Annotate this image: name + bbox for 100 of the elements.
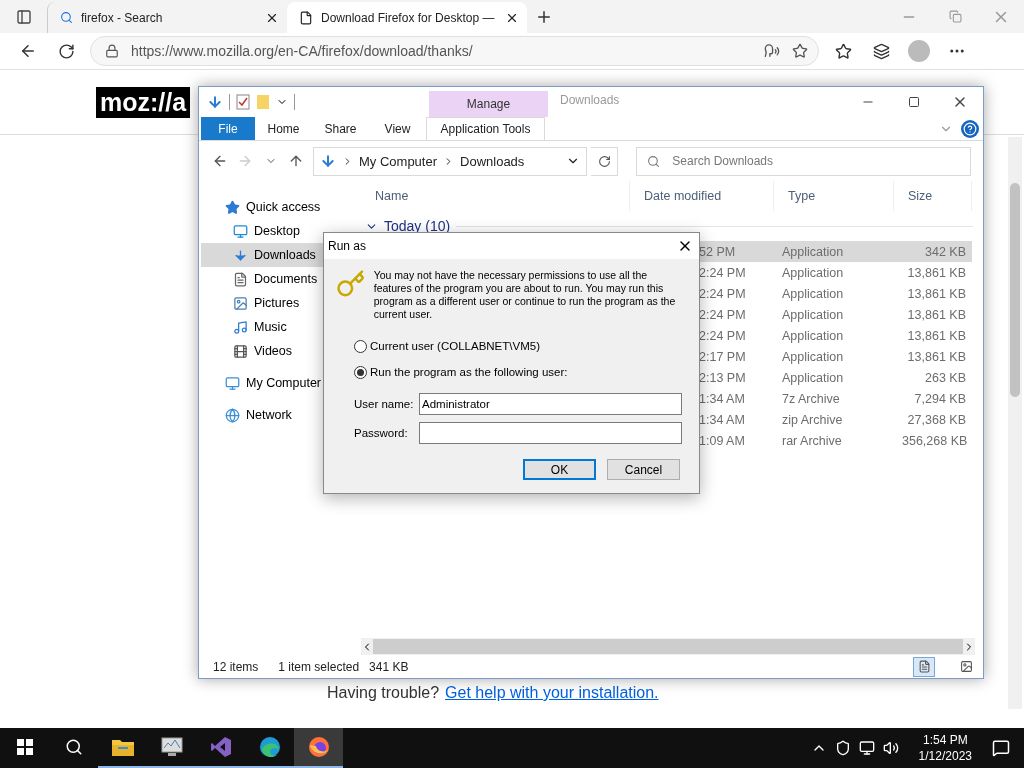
radio-option[interactable]: Current user (COLLABNET\VM5) <box>354 333 683 359</box>
picture-icon <box>233 295 248 311</box>
refresh-button[interactable] <box>590 146 619 176</box>
ribbon-tab[interactable]: File <box>201 117 255 140</box>
refresh-icon[interactable] <box>57 42 75 60</box>
date-cell: 2:24 PM <box>699 328 746 343</box>
tab-actions-icon[interactable] <box>15 8 32 25</box>
type-cell: Application <box>782 244 844 259</box>
site-logo[interactable]: moz://a <box>96 87 191 118</box>
down-arrow-icon <box>233 247 248 263</box>
speaker-icon[interactable] <box>882 740 899 756</box>
collections-icon[interactable] <box>872 42 890 60</box>
type-cell: 7z Archive <box>782 391 840 406</box>
windows-logo-icon[interactable] <box>16 739 33 755</box>
scrollbar[interactable] <box>1008 137 1022 709</box>
date-cell: 52 PM <box>699 244 736 259</box>
wave-logo-icon <box>258 736 281 758</box>
folder-icon <box>110 737 135 757</box>
date-cell: 1:34 AM <box>699 391 745 406</box>
size-cell: 342 KB <box>925 244 966 259</box>
restore-icon[interactable] <box>948 10 962 23</box>
input-field[interactable]: Administrator <box>419 392 682 415</box>
date-cell: 1:09 AM <box>699 433 745 448</box>
monitor-icon <box>233 223 248 239</box>
size-cell: 13,861 KB <box>907 328 966 343</box>
nav-item[interactable]: Network <box>201 403 347 427</box>
size-cell: 13,861 KB <box>907 286 966 301</box>
size-cell: 263 KB <box>925 370 966 385</box>
address-bar[interactable]: My Computer Downloads <box>313 146 587 176</box>
document-icon <box>233 271 248 287</box>
type-cell: Application <box>782 307 844 322</box>
selection-status: 1 item selected <box>278 659 360 674</box>
picture-icon <box>959 660 973 673</box>
fox-logo-icon <box>307 736 330 758</box>
date-cell: 2:17 PM <box>699 349 746 364</box>
address-bar[interactable]: https://www.mozilla.org/en-CA/firefox/download/thanks/ <box>90 36 819 66</box>
horizontal-scrollbar[interactable] <box>361 638 975 655</box>
clock[interactable]: 1:54 PM 1/12/2023 <box>906 732 984 764</box>
star-icon <box>225 199 240 215</box>
music-icon <box>233 319 248 335</box>
network-icon <box>225 407 240 423</box>
dialog-button[interactable]: OK <box>523 459 596 480</box>
date-cell: 2:24 PM <box>699 307 746 322</box>
nav-item[interactable]: Quick access <box>201 195 347 219</box>
maximize-icon[interactable] <box>908 96 920 108</box>
column-header[interactable]: Date modified <box>630 181 774 211</box>
date-cell: 1:34 AM <box>699 412 745 427</box>
column-header[interactable]: Name <box>361 181 630 211</box>
ribbon-tab[interactable]: Application Tools <box>426 117 545 140</box>
field-label: Password: <box>354 426 409 439</box>
film-icon <box>233 343 248 359</box>
date-cell: 2:13 PM <box>699 370 746 385</box>
size-cell: 356,268 KB <box>902 433 968 448</box>
search-icon[interactable] <box>64 738 83 756</box>
nav-item[interactable]: Pictures <box>201 291 347 315</box>
monitor-icon <box>225 375 240 391</box>
date-cell: 2:24 PM <box>699 265 746 280</box>
help-link[interactable]: Get help with your installation. <box>445 684 659 702</box>
shield-icon[interactable] <box>834 740 851 756</box>
taskbar-app[interactable] <box>294 728 343 768</box>
key-icon <box>336 269 366 299</box>
nav-item[interactable]: Documents <box>201 267 347 291</box>
type-cell: Application <box>782 349 844 364</box>
column-header[interactable]: Size <box>894 181 972 211</box>
type-cell: Application <box>782 370 844 385</box>
monitor-icon <box>159 736 184 758</box>
size-cell: 13,861 KB <box>907 349 966 364</box>
dialog-message: You may not have the necessary permissions to use all the features of the program you are about to run. You may run this program as a different user or continue to run the program as the current user. <box>373 269 677 321</box>
network-icon[interactable] <box>858 740 875 756</box>
search-icon <box>60 11 73 24</box>
details-view-button[interactable] <box>913 656 935 677</box>
type-cell: Application <box>782 286 844 301</box>
refresh-icon <box>597 154 611 168</box>
search-icon <box>647 154 661 168</box>
search-field[interactable]: Search Downloads <box>636 146 971 176</box>
radio-option[interactable]: Run the program as the following user: <box>354 359 683 385</box>
type-cell: rar Archive <box>782 433 842 448</box>
size-cell: 13,861 KB <box>907 307 966 322</box>
column-header[interactable]: Type <box>774 181 894 211</box>
help-icon[interactable] <box>961 119 979 138</box>
back-icon[interactable] <box>19 42 37 60</box>
page-icon <box>299 10 313 25</box>
nav-item[interactable]: Music <box>201 315 347 339</box>
nav-item[interactable]: My Computer <box>201 371 347 395</box>
nav-item[interactable]: Videos <box>201 339 347 363</box>
type-cell: zip Archive <box>782 412 843 427</box>
dialog-button[interactable]: Cancel <box>607 459 680 480</box>
size-cell: 7,294 KB <box>914 391 966 406</box>
trouble-text: Having trouble? <box>327 684 440 702</box>
checklist-icon[interactable] <box>236 94 250 110</box>
item-count: 12 items <box>213 659 259 674</box>
size-cell: 27,368 KB <box>907 412 966 427</box>
favorites-icon[interactable] <box>834 42 852 60</box>
down-arrow-icon[interactable] <box>207 94 223 110</box>
input-field[interactable] <box>419 421 682 444</box>
notifications-icon[interactable] <box>992 739 1010 757</box>
selection-size: 341 KB <box>369 659 409 674</box>
browser-tab[interactable]: Download Firefox for Desktop — <box>287 2 527 33</box>
ribbon-logo-icon <box>209 736 232 758</box>
type-cell: Application <box>782 328 844 343</box>
